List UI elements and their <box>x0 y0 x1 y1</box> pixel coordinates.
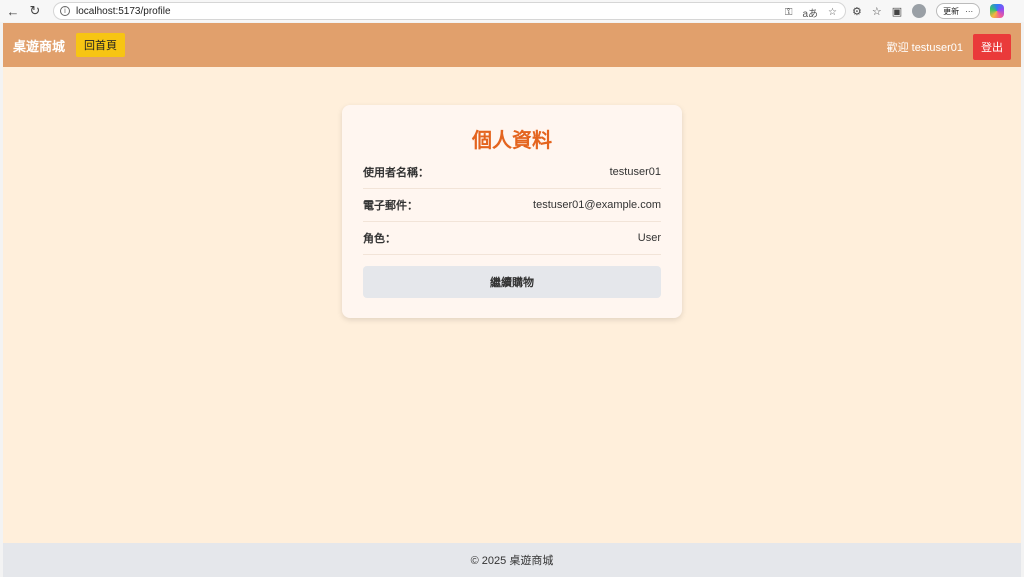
back-icon[interactable]: ← <box>4 2 22 20</box>
update-label: 更新 <box>943 6 960 16</box>
site-info-icon[interactable]: i <box>60 6 70 16</box>
email-label: 電子郵件： <box>363 200 418 212</box>
site-header: 桌遊商城 回首頁 歡迎 testuser01 登出 <box>3 23 1021 67</box>
address-bar[interactable]: i localhost:5173/profile ⚿ aあ ☆ <box>53 2 846 20</box>
role-label: 角色： <box>363 233 396 245</box>
logout-button[interactable]: 登出 <box>973 34 1011 60</box>
email-value: testuser01@example.com <box>533 199 661 211</box>
key-icon[interactable]: ⚿ <box>785 7 793 18</box>
favorite-star-icon[interactable]: ☆ <box>828 7 837 18</box>
url-text: localhost:5173/profile <box>76 5 171 17</box>
browser-chrome: ← ↻ i localhost:5173/profile ⚿ aあ ☆ ⚙ ☆ … <box>0 0 1024 22</box>
home-button[interactable]: 回首頁 <box>76 33 126 57</box>
read-aloud-icon[interactable]: aあ <box>802 5 818 20</box>
continue-shopping-button[interactable]: 繼續購物 <box>363 266 661 298</box>
refresh-icon[interactable]: ↻ <box>26 2 44 20</box>
username-label: 使用者名稱： <box>363 167 429 179</box>
more-icon: ··· <box>965 6 974 16</box>
app-root: 桌遊商城 回首頁 歡迎 testuser01 登出 個人資料 使用者名稱： te… <box>3 23 1021 577</box>
profile-row-username: 使用者名稱： testuser01 <box>363 156 661 189</box>
role-value: User <box>637 232 661 244</box>
brand-logo[interactable]: 桌遊商城 <box>13 36 65 55</box>
profile-card: 個人資料 使用者名稱： testuser01 電子郵件： testuser01@… <box>342 105 682 318</box>
username-value: testuser01 <box>609 166 661 178</box>
welcome-text: 歡迎 testuser01 <box>886 42 963 54</box>
collections-icon[interactable]: ▣ <box>892 5 902 18</box>
copilot-icon[interactable] <box>990 4 1005 18</box>
site-footer: © 2025 桌遊商城 <box>3 543 1021 577</box>
update-button[interactable]: 更新 ··· <box>936 3 981 19</box>
profile-avatar-icon[interactable] <box>912 4 927 18</box>
profile-row-email: 電子郵件： testuser01@example.com <box>363 189 661 222</box>
favorites-icon[interactable]: ☆ <box>872 5 882 18</box>
footer-text: © 2025 桌遊商城 <box>470 555 554 567</box>
page-title: 個人資料 <box>472 130 552 152</box>
extensions-icon[interactable]: ⚙ <box>852 5 862 18</box>
profile-row-role: 角色： User <box>363 222 661 255</box>
